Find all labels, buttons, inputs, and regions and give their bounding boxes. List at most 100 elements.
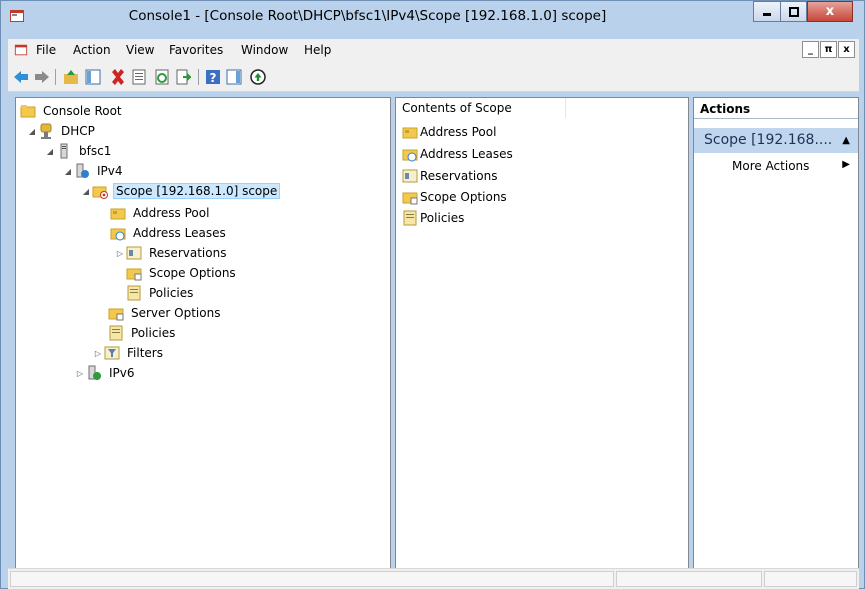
mdi-restore-button[interactable]: π bbox=[820, 41, 837, 58]
status-bar bbox=[8, 568, 859, 589]
up-folder-icon bbox=[64, 70, 78, 84]
list-item-address-pool[interactable]: Address Pool bbox=[402, 123, 496, 141]
back-button[interactable] bbox=[12, 68, 30, 86]
menu-action[interactable]: Action bbox=[73, 43, 111, 57]
mmc-window: Console1 - [Console Root\DHCP\bfsc1\IPv4… bbox=[0, 0, 865, 589]
list-item-address-leases[interactable]: Address Leases bbox=[402, 145, 513, 163]
tree-label: Reservations bbox=[149, 246, 227, 260]
console-tree-pane[interactable]: Console Root ◢ DHCP ◢ bfsc1 ◢ IPv4 ◢ Sco… bbox=[15, 97, 391, 584]
expand-arrow-icon[interactable]: ▷ bbox=[74, 369, 86, 378]
tree-node-address-leases[interactable]: Address Leases bbox=[110, 224, 228, 242]
show-hide-action-pane-icon bbox=[226, 69, 242, 85]
tree-node-server-options[interactable]: Server Options bbox=[108, 304, 222, 322]
properties-button[interactable] bbox=[130, 68, 148, 86]
menu-view[interactable]: View bbox=[126, 43, 154, 57]
actions-group-label: Scope [192.168.... bbox=[704, 132, 833, 148]
delete-button[interactable] bbox=[109, 68, 127, 86]
tree-node-scope[interactable]: ◢ Scope [192.168.1.0] scope bbox=[80, 182, 281, 200]
delete-icon bbox=[112, 69, 124, 85]
ipv6-icon bbox=[88, 365, 101, 380]
scope-options-icon bbox=[126, 268, 142, 281]
tree-node-filters[interactable]: ▷ Filters bbox=[92, 344, 165, 362]
tree-label: Address Pool bbox=[133, 206, 210, 220]
close-button[interactable]: x bbox=[807, 1, 853, 22]
up-one-level-button[interactable] bbox=[62, 68, 80, 86]
scope-options-icon bbox=[402, 192, 418, 205]
add-button[interactable] bbox=[249, 68, 267, 86]
list-item-label: Policies bbox=[420, 211, 465, 225]
list-item-label: Address Pool bbox=[420, 125, 497, 139]
submenu-arrow-icon: ▶ bbox=[842, 159, 850, 170]
more-actions-link[interactable]: More Actions bbox=[732, 159, 809, 173]
help-button[interactable]: ? bbox=[204, 68, 222, 86]
console-menu-icon[interactable] bbox=[14, 43, 28, 57]
address-pool-icon bbox=[402, 127, 418, 139]
minimize-button[interactable] bbox=[753, 1, 780, 22]
tree-node-policies[interactable]: Policies bbox=[108, 324, 177, 342]
status-segment-3 bbox=[764, 571, 857, 587]
tree-node-scope-options[interactable]: Scope Options bbox=[126, 264, 238, 282]
menu-favorites[interactable]: Favorites bbox=[169, 43, 223, 57]
window-title: Console1 - [Console Root\DHCP\bfsc1\IPv4… bbox=[128, 8, 607, 24]
contents-pane[interactable]: Contents of Scope Address Pool Address L… bbox=[395, 97, 689, 584]
actions-header: Actions bbox=[694, 98, 858, 119]
collapse-up-icon[interactable]: ▲ bbox=[842, 128, 850, 153]
expand-arrow-icon[interactable]: ▷ bbox=[114, 249, 126, 258]
policies-icon bbox=[403, 210, 417, 226]
list-item-label: Reservations bbox=[420, 169, 498, 183]
collapse-arrow-icon[interactable]: ◢ bbox=[80, 187, 92, 196]
address-pool-icon bbox=[110, 208, 126, 220]
folder-icon bbox=[20, 105, 36, 118]
tree-node-address-pool[interactable]: Address Pool bbox=[110, 204, 211, 222]
tree-node-dhcp[interactable]: ◢ DHCP bbox=[26, 122, 97, 140]
tree-node-reservations[interactable]: ▷ Reservations bbox=[114, 244, 228, 262]
back-icon bbox=[14, 71, 28, 83]
maximize-button[interactable] bbox=[780, 1, 807, 22]
close-icon: x bbox=[825, 4, 835, 19]
collapse-arrow-icon[interactable]: ◢ bbox=[26, 127, 38, 136]
tree-node-scope-policies[interactable]: Policies bbox=[126, 284, 195, 302]
policies-icon bbox=[109, 325, 123, 341]
tree-node-ipv6[interactable]: ▷ IPv6 bbox=[74, 364, 137, 382]
status-segment-main bbox=[10, 571, 614, 587]
svg-text:?: ? bbox=[210, 71, 217, 85]
tree-label: Address Leases bbox=[133, 226, 226, 240]
policies-icon bbox=[127, 285, 141, 301]
menu-file[interactable]: File bbox=[36, 43, 56, 57]
title-bar[interactable]: Console1 - [Console Root\DHCP\bfsc1\IPv4… bbox=[1, 1, 864, 31]
forward-button[interactable] bbox=[33, 68, 51, 86]
server-options-icon bbox=[108, 308, 124, 321]
list-item-label: Address Leases bbox=[420, 147, 513, 161]
export-list-icon bbox=[176, 69, 191, 85]
list-item-reservations[interactable]: Reservations bbox=[402, 167, 497, 185]
collapse-arrow-icon[interactable]: ◢ bbox=[44, 147, 56, 156]
show-hide-action-pane-button[interactable] bbox=[225, 68, 243, 86]
ipv4-icon bbox=[76, 163, 89, 178]
help-icon: ? bbox=[206, 70, 220, 85]
refresh-button[interactable] bbox=[153, 68, 171, 86]
tree-label: Filters bbox=[127, 346, 163, 360]
address-leases-icon bbox=[402, 149, 418, 162]
actions-pane: Actions Scope [192.168.... ▲ More Action… bbox=[693, 97, 859, 584]
list-item-scope-options[interactable]: Scope Options bbox=[402, 188, 507, 206]
menu-help[interactable]: Help bbox=[304, 43, 331, 57]
menu-window[interactable]: Window bbox=[241, 43, 288, 57]
server-icon bbox=[60, 143, 68, 159]
column-header-name[interactable]: Contents of Scope bbox=[396, 98, 566, 118]
status-segment-2 bbox=[616, 571, 762, 587]
collapse-arrow-icon[interactable]: ◢ bbox=[62, 167, 74, 176]
tree-node-ipv4[interactable]: ◢ IPv4 bbox=[62, 162, 125, 180]
tree-label: bfsc1 bbox=[79, 144, 112, 158]
toolbar: ? bbox=[8, 63, 859, 92]
actions-group-scope[interactable]: Scope [192.168.... ▲ bbox=[694, 128, 858, 153]
tree-node-server[interactable]: ◢ bfsc1 bbox=[44, 142, 113, 160]
mdi-minimize-button[interactable]: _ bbox=[802, 41, 819, 58]
tree-label: Server Options bbox=[131, 306, 221, 320]
list-item-policies[interactable]: Policies bbox=[402, 209, 464, 227]
show-hide-tree-button[interactable] bbox=[84, 68, 102, 86]
tree-node-console-root[interactable]: Console Root bbox=[20, 102, 124, 120]
mdi-close-button[interactable]: x bbox=[838, 41, 855, 58]
scope-folder-icon bbox=[92, 186, 108, 199]
export-list-button[interactable] bbox=[174, 68, 192, 86]
expand-arrow-icon[interactable]: ▷ bbox=[92, 349, 104, 358]
